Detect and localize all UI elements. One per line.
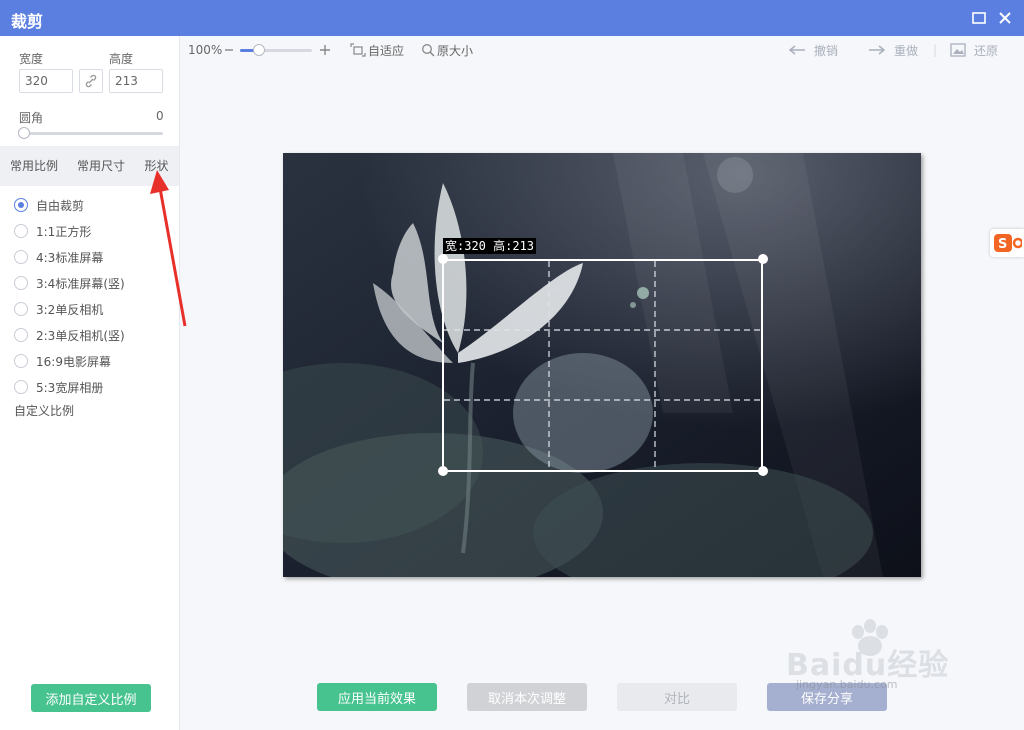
- close-button[interactable]: [994, 7, 1016, 29]
- height-label: 高度: [109, 52, 134, 66]
- zoom-slider-thumb[interactable]: [253, 44, 265, 56]
- radius-label: 圆角: [19, 111, 44, 125]
- ratio-option-label: 自由裁剪: [36, 198, 85, 213]
- ratio-option-label: 3:4标准屏幕(竖): [36, 276, 125, 291]
- title-bar: 裁剪: [0, 0, 1024, 36]
- ratio-option-label: 5:3宽屏相册: [36, 380, 104, 395]
- ratio-option-3-4[interactable]: 3:4标准屏幕(竖): [14, 274, 125, 292]
- ratio-option-16-9[interactable]: 16:9电影屏幕: [14, 352, 111, 370]
- radio: [14, 354, 28, 368]
- radius-slider-track[interactable]: [19, 132, 163, 135]
- radio-checked: [14, 198, 28, 212]
- crop-handle-top-left[interactable]: [438, 254, 448, 264]
- arrow-right-icon: [869, 45, 886, 55]
- compare-button[interactable]: 对比: [617, 683, 737, 711]
- ratio-option-label: 16:9电影屏幕: [36, 354, 111, 369]
- radio: [14, 250, 28, 264]
- close-icon: [999, 12, 1011, 24]
- ratio-tabs: 常用比例 常用尺寸 形状: [0, 146, 179, 186]
- redo-label: 重做: [894, 43, 919, 58]
- watermark-brand: Baidu经验: [786, 648, 950, 683]
- zoom-out-button[interactable]: [224, 42, 234, 58]
- link-icon: [85, 74, 97, 88]
- restore-label: 还原: [974, 43, 999, 58]
- sidebar: 宽度 高度 圆角 0 常用比例 常用尺寸 形状 自由裁剪 1:1正方形 4:3标…: [0, 36, 180, 730]
- original-size-label: 原大小: [437, 43, 474, 58]
- ratio-option-label: 3:2单反相机: [36, 302, 104, 317]
- undo-button[interactable]: 撤销: [788, 42, 838, 58]
- crop-size-label: 宽:320 高:213: [443, 238, 537, 254]
- radio: [14, 276, 28, 290]
- image-icon: [950, 43, 966, 57]
- crop-handle-bottom-right[interactable]: [758, 466, 768, 476]
- ratio-option-free[interactable]: 自由裁剪: [14, 196, 84, 214]
- magnifier-icon: [422, 44, 435, 57]
- redo-button[interactable]: 重做: [868, 42, 918, 58]
- undo-label: 撤销: [814, 43, 839, 58]
- save-share-button[interactable]: 保存分享: [767, 683, 887, 711]
- radius-value: 0: [156, 109, 164, 123]
- window-title: 裁剪: [11, 12, 44, 31]
- sogou-logo-icon: S: [994, 234, 1022, 252]
- radio: [14, 380, 28, 394]
- maximize-button[interactable]: [968, 7, 990, 29]
- ratio-option-3-2[interactable]: 3:2单反相机: [14, 300, 103, 318]
- ratio-option-4-3[interactable]: 4:3标准屏幕: [14, 248, 103, 266]
- fit-label: 自适应: [368, 43, 405, 58]
- add-custom-ratio-button[interactable]: 添加自定义比例: [31, 684, 151, 712]
- crop-handle-bottom-left[interactable]: [438, 466, 448, 476]
- zoom-percent: 100%: [188, 43, 223, 57]
- fit-screen-icon: [350, 43, 366, 57]
- cancel-adjust-button[interactable]: 取消本次调整: [467, 683, 587, 711]
- custom-ratio-link[interactable]: 自定义比例: [14, 402, 74, 419]
- toolbar-divider: |: [933, 43, 938, 57]
- tab-common-size[interactable]: 常用尺寸: [68, 146, 134, 186]
- ratio-option-2-3[interactable]: 2:3单反相机(竖): [14, 326, 125, 344]
- arrow-left-icon: [788, 45, 805, 55]
- radio: [14, 302, 28, 316]
- radio: [14, 328, 28, 342]
- zoom-in-button[interactable]: [319, 42, 331, 58]
- radius-slider-thumb[interactable]: [18, 127, 30, 139]
- baidu-paw-logo: [852, 619, 888, 656]
- fit-button[interactable]: 自适应: [350, 42, 404, 58]
- width-input[interactable]: [19, 69, 73, 93]
- ime-floating-badge[interactable]: S: [990, 229, 1024, 257]
- height-input[interactable]: [109, 69, 163, 93]
- radio: [14, 224, 28, 238]
- svg-text:S: S: [998, 237, 1007, 252]
- plus-icon: [320, 45, 330, 55]
- baidu-watermark: Baidu经验 jingyan.baidu.com: [786, 618, 976, 691]
- ratio-option-1-1[interactable]: 1:1正方形: [14, 222, 91, 240]
- ratio-option-label: 1:1正方形: [36, 224, 92, 239]
- tab-shape[interactable]: 形状: [134, 146, 179, 186]
- minus-icon: [225, 49, 233, 51]
- original-size-button[interactable]: 原大小: [421, 42, 473, 58]
- apply-button[interactable]: 应用当前效果: [317, 683, 437, 711]
- crop-grid: [444, 261, 761, 470]
- crop-handle-top-right[interactable]: [758, 254, 768, 264]
- restore-button[interactable]: 还原: [950, 42, 998, 58]
- crop-selection[interactable]: [442, 259, 763, 472]
- ratio-option-label: 2:3单反相机(竖): [36, 328, 125, 343]
- tab-common-ratio[interactable]: 常用比例: [0, 146, 68, 186]
- aspect-lock-button[interactable]: [79, 69, 103, 93]
- ratio-option-5-3[interactable]: 5:3宽屏相册: [14, 378, 103, 396]
- maximize-icon: [972, 12, 986, 24]
- width-label: 宽度: [19, 52, 44, 66]
- ratio-option-label: 4:3标准屏幕: [36, 250, 104, 265]
